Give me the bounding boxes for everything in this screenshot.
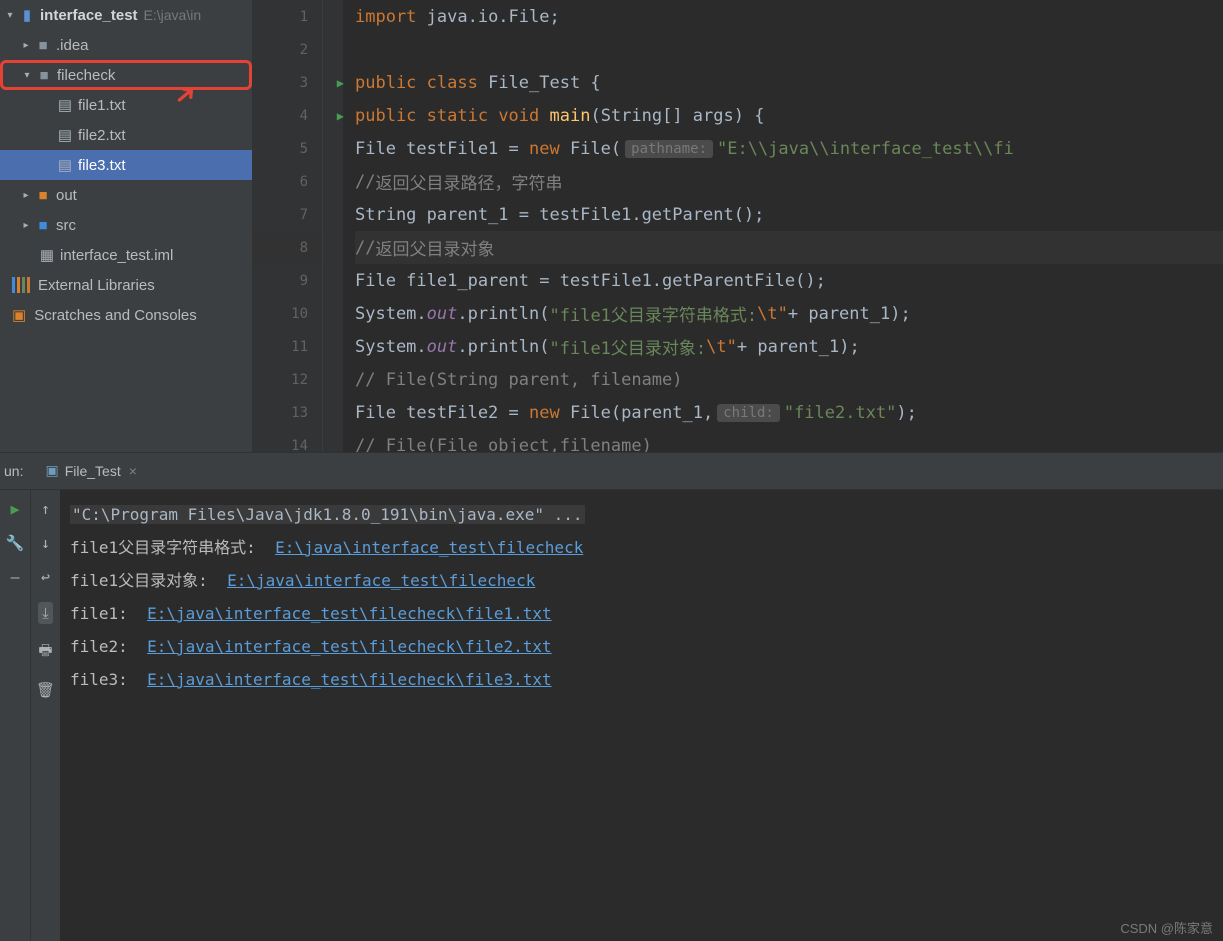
file-icon: ▤	[56, 126, 74, 144]
console-command: "C:\Program Files\Java\jdk1.8.0_191\bin\…	[70, 505, 585, 524]
iml-icon: ▦	[38, 246, 56, 264]
line-number[interactable]: 8	[253, 231, 322, 264]
console-link[interactable]: E:\java\interface_test\filecheck\file1.t…	[147, 604, 552, 623]
line-number[interactable]: 13	[253, 396, 322, 429]
external-libraries-label: External Libraries	[38, 277, 155, 294]
tree-file-file2[interactable]: ▤ file2.txt	[0, 120, 252, 150]
line-number[interactable]: 10	[253, 297, 322, 330]
tree-folder-idea[interactable]: ▸ ■ .idea	[0, 30, 252, 60]
project-tree[interactable]: ▾ ▮ interface_test E:\java\in ▸ ■ .idea …	[0, 0, 253, 452]
print-icon[interactable]: 🖶	[38, 640, 52, 665]
folder-icon: ■	[35, 67, 53, 84]
code-content[interactable]: import java.io.File; public class File_T…	[343, 0, 1223, 452]
project-path: E:\java\in	[144, 7, 202, 23]
param-hint: pathname:	[625, 140, 713, 158]
line-number[interactable]: 9	[253, 264, 322, 297]
chevron-right-icon: ▸	[18, 220, 34, 231]
run-toolbar-right: ↑ ↓ ↩ ⤓ 🖶 🗑	[30, 490, 60, 941]
folder-icon: ■	[34, 187, 52, 204]
chevron-right-icon: ▸	[18, 190, 34, 201]
line-number[interactable]: 1	[253, 0, 322, 33]
console-link[interactable]: E:\java\interface_test\filecheck\file2.t…	[147, 637, 552, 656]
up-arrow-icon[interactable]: ↑	[41, 500, 50, 518]
watermark: CSDN @陈家意	[1120, 918, 1213, 937]
rerun-icon[interactable]: ▶	[10, 500, 19, 518]
project-icon: ▮	[18, 6, 36, 24]
marker-column	[323, 0, 343, 452]
tree-file-file3[interactable]: ▤ file3.txt	[0, 150, 252, 180]
down-arrow-icon[interactable]: ↓	[41, 534, 50, 552]
tree-label: file3.txt	[78, 157, 126, 174]
console-link[interactable]: E:\java\interface_test\filecheck\file3.t…	[147, 670, 552, 689]
line-number[interactable]: 14	[253, 429, 322, 452]
divider: —	[10, 568, 19, 586]
wrap-icon[interactable]: ↩	[41, 568, 50, 586]
tree-folder-filecheck[interactable]: ▾ ■ filecheck	[0, 60, 252, 90]
wrench-icon[interactable]: 🔧	[6, 534, 25, 552]
run-tab[interactable]: ▣ File_Test ×	[35, 457, 146, 485]
line-number[interactable]: 11	[253, 330, 322, 363]
tree-folder-out[interactable]: ▸ ■ out	[0, 180, 252, 210]
console-link[interactable]: E:\java\interface_test\filecheck	[227, 571, 535, 590]
chevron-right-icon: ▸	[18, 40, 34, 51]
libraries-icon	[12, 277, 30, 293]
tree-label: out	[56, 187, 77, 204]
tree-label: src	[56, 217, 76, 234]
run-toolbar-left: ▶ 🔧 —	[0, 490, 30, 941]
console-link[interactable]: E:\java\interface_test\filecheck	[275, 538, 583, 557]
folder-icon: ■	[34, 37, 52, 54]
line-number[interactable]: 6	[253, 165, 322, 198]
scratches-consoles[interactable]: ▣ Scratches and Consoles	[0, 300, 252, 330]
tree-label: file2.txt	[78, 127, 126, 144]
line-number[interactable]: 7	[253, 198, 322, 231]
tree-file-file1[interactable]: ▤ file1.txt	[0, 90, 252, 120]
chevron-down-icon: ▾	[19, 70, 35, 81]
trash-icon[interactable]: 🗑	[36, 681, 55, 699]
external-libraries[interactable]: External Libraries	[0, 270, 252, 300]
run-tab-name: File_Test	[65, 463, 121, 479]
file-icon: ▤	[56, 156, 74, 174]
run-config-icon: ▣	[45, 462, 58, 479]
close-icon[interactable]: ×	[129, 463, 137, 479]
param-hint: child:	[717, 404, 780, 422]
line-number[interactable]: 12	[253, 363, 322, 396]
tree-label: interface_test.iml	[60, 247, 173, 264]
line-number[interactable]: 5	[253, 132, 322, 165]
file-icon: ▤	[56, 96, 74, 114]
tree-folder-src[interactable]: ▸ ■ src	[0, 210, 252, 240]
scratches-label: Scratches and Consoles	[34, 307, 197, 324]
scratch-icon: ▣	[12, 306, 26, 324]
scroll-icon[interactable]: ⤓	[38, 602, 53, 624]
line-number[interactable]: 2	[253, 33, 322, 66]
code-editor[interactable]: 1 2 3▶ 4▶ 5 6 7 8 9 10 11 12 13 14 15 16…	[253, 0, 1223, 452]
run-tab-bar: un: ▣ File_Test ×	[0, 452, 1223, 490]
tree-label: filecheck	[57, 67, 115, 84]
console-output[interactable]: "C:\Program Files\Java\jdk1.8.0_191\bin\…	[60, 490, 1223, 941]
line-number[interactable]: 3▶	[253, 66, 322, 99]
tree-label: .idea	[56, 37, 89, 54]
tree-file-iml[interactable]: ▦ interface_test.iml	[0, 240, 252, 270]
line-number[interactable]: 4▶	[253, 99, 322, 132]
folder-icon: ■	[34, 217, 52, 234]
run-label: un:	[4, 463, 23, 479]
project-name: interface_test	[40, 7, 138, 24]
project-root[interactable]: ▾ ▮ interface_test E:\java\in	[0, 0, 252, 30]
chevron-down-icon: ▾	[2, 10, 18, 21]
editor-gutter[interactable]: 1 2 3▶ 4▶ 5 6 7 8 9 10 11 12 13 14 15 16…	[253, 0, 323, 452]
tree-label: file1.txt	[78, 97, 126, 114]
